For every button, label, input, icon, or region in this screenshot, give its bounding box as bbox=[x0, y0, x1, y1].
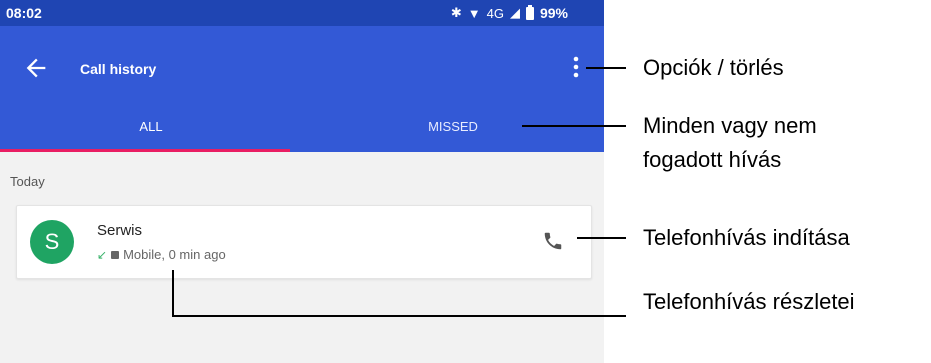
network-type: 4G bbox=[486, 5, 504, 21]
callout-tabs-line2: fogadott hívás bbox=[643, 147, 782, 172]
tab-bar: ALL MISSED bbox=[0, 100, 604, 152]
callout-tabs-line1: Minden vagy nem bbox=[643, 113, 817, 138]
incoming-call-arrow-icon: ↙ bbox=[97, 247, 108, 262]
more-options-icon[interactable] bbox=[568, 54, 584, 80]
back-arrow-icon[interactable] bbox=[22, 54, 50, 82]
tab-all[interactable]: ALL bbox=[0, 100, 302, 152]
contact-name: Serwis bbox=[97, 222, 143, 239]
call-meta: ↙ Mobile, 0 min ago bbox=[97, 247, 226, 262]
wifi-icon: ▼ bbox=[467, 5, 481, 21]
status-time: 08:02 bbox=[6, 5, 42, 21]
page-title: Call history bbox=[80, 61, 157, 77]
call-detail: Mobile, 0 min ago bbox=[123, 247, 226, 262]
toolbar: Call history bbox=[0, 26, 604, 110]
callout-call-details: Telefonhívás részletei bbox=[643, 289, 855, 314]
signal-icon: ◢ bbox=[509, 5, 520, 20]
avatar: S bbox=[30, 220, 74, 264]
sim-icon bbox=[111, 250, 120, 259]
tab-indicator bbox=[0, 149, 290, 152]
leader-line-tabs bbox=[522, 125, 626, 127]
call-log-item[interactable]: S Serwis ↙ Mobile, 0 min ago bbox=[16, 205, 592, 279]
callout-options: Opciók / törlés bbox=[643, 55, 784, 80]
section-header-today: Today bbox=[10, 174, 45, 189]
status-icons: ✱ ▼ 4G ◢ 99% bbox=[451, 4, 568, 22]
phone-screen: 08:02 ✱ ▼ 4G ◢ 99% Call history ALL MISS… bbox=[0, 0, 604, 363]
callout-start-call: Telefonhívás indítása bbox=[643, 225, 850, 250]
leader-line-details bbox=[172, 315, 626, 317]
leader-line-details-vertical bbox=[172, 270, 174, 317]
bluetooth-icon: ✱ bbox=[450, 5, 462, 20]
phone-call-icon[interactable] bbox=[542, 230, 564, 252]
status-bar: 08:02 ✱ ▼ 4G ◢ 99% bbox=[0, 0, 604, 26]
battery-percent: 99% bbox=[539, 5, 568, 21]
leader-line-options bbox=[586, 67, 626, 69]
battery-icon bbox=[525, 4, 534, 20]
leader-line-call bbox=[577, 237, 626, 239]
